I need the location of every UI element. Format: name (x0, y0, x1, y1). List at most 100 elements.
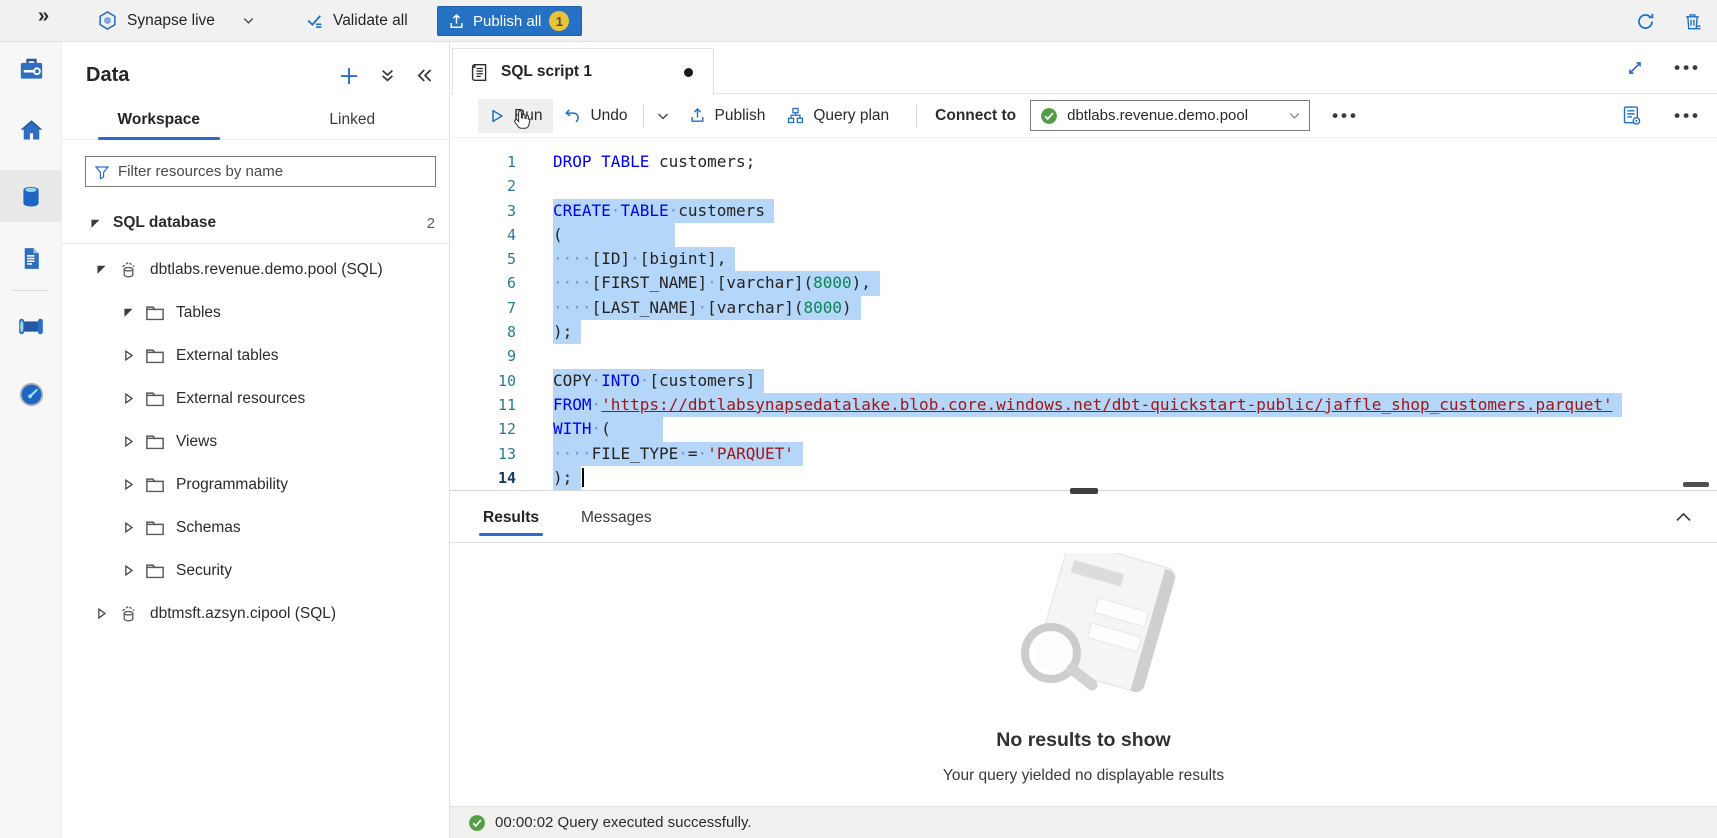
line-number: 9 (450, 344, 516, 368)
code-line-3[interactable]: 3CREATE·TABLE·customers (450, 199, 1717, 223)
rail-item-integrate[interactable] (0, 300, 62, 352)
undo-icon (564, 107, 581, 124)
rail-divider (12, 290, 49, 291)
sql-code-editor[interactable]: 1DROP TABLE customers;23CREATE·TABLE·cus… (450, 138, 1717, 490)
tree-item[interactable]: Schemas (62, 506, 449, 549)
tree-item[interactable]: dbtmsft.azsyn.cipool (SQL) (62, 592, 449, 635)
collapsed-triangle-icon[interactable] (122, 436, 134, 447)
mode-label: Synapse live (127, 12, 215, 30)
toolbar-separator (916, 105, 917, 127)
line-number: 5 (450, 247, 516, 271)
show-menu-icon[interactable]: » (38, 5, 49, 28)
tree-item[interactable]: External tables (62, 334, 449, 377)
connect-more-icon[interactable]: ••• (1332, 111, 1359, 121)
tree-item-label: Schemas (176, 519, 241, 537)
tree-item[interactable]: External resources (62, 377, 449, 420)
collapse-all-icon[interactable] (379, 67, 396, 84)
connected-check-icon (1040, 107, 1058, 125)
sql-script-tab[interactable]: SQL script 1 (452, 48, 714, 95)
expand-editor-icon[interactable] (1626, 59, 1644, 77)
code-line-8[interactable]: 8); (450, 320, 1717, 344)
code-line-11[interactable]: 11FROM·'https://dbtlabsynapsedatalake.bl… (450, 393, 1717, 417)
editor-scrollbar-thumb[interactable] (1683, 482, 1709, 487)
code-line-6[interactable]: 6····[FIRST_NAME]·[varchar](8000), (450, 271, 1717, 295)
validate-all-button[interactable]: Validate all (305, 11, 408, 30)
undo-button[interactable]: Undo (553, 99, 638, 133)
tab-workspace[interactable]: Workspace (62, 103, 256, 139)
tree-root-count: 2 (427, 215, 435, 232)
sqlpool-icon (118, 259, 139, 280)
tree-item[interactable]: Security (62, 549, 449, 592)
mode-selector[interactable]: Synapse live (97, 10, 255, 31)
code-line-14[interactable]: 14); (450, 466, 1717, 490)
tree-item[interactable]: dbtlabs.revenue.demo.pool (SQL) (62, 248, 449, 291)
rail-item-home[interactable] (0, 104, 62, 156)
integrate-icon (17, 314, 45, 339)
expanded-triangle-icon[interactable] (122, 307, 134, 318)
main-area: SQL script 1 ••• Run Undo (450, 42, 1717, 838)
run-options-chevron[interactable] (648, 99, 678, 133)
query-plan-button[interactable]: Query plan (776, 99, 900, 133)
line-number: 1 (450, 150, 516, 174)
publish-all-label: Publish all (473, 13, 541, 30)
rail-item-monitor[interactable] (0, 368, 62, 420)
tree-item-label: External tables (176, 347, 279, 365)
rail-item-develop[interactable] (0, 232, 62, 284)
collapsed-triangle-icon[interactable] (95, 608, 107, 619)
toolbar-more-icon[interactable]: ••• (1674, 111, 1701, 121)
tree-item-label: Views (176, 433, 217, 451)
tab-results[interactable]: Results (483, 494, 539, 542)
empty-results-subtitle: Your query yielded no displayable result… (943, 767, 1224, 785)
script-properties-icon[interactable] (1621, 105, 1642, 126)
home-icon (18, 117, 45, 144)
code-line-7[interactable]: 7····[LAST_NAME]·[varchar](8000) (450, 296, 1717, 320)
folder-icon (145, 304, 165, 321)
trash-icon[interactable] (1682, 11, 1703, 32)
expanded-triangle-icon[interactable] (90, 218, 101, 229)
collapse-panel-icon[interactable] (416, 67, 433, 84)
filter-funnel-icon (94, 164, 110, 180)
publish-button[interactable]: Publish (678, 99, 777, 133)
folder-icon (145, 562, 165, 579)
collapsed-triangle-icon[interactable] (122, 565, 134, 576)
code-line-1[interactable]: 1DROP TABLE customers; (450, 150, 1717, 174)
run-button[interactable]: Run (478, 99, 553, 133)
code-line-9[interactable]: 9 (450, 344, 1717, 368)
toolbar-separator (643, 105, 644, 127)
code-line-4[interactable]: 4( (450, 223, 1717, 247)
refresh-icon[interactable] (1635, 11, 1656, 32)
no-results-illustration (976, 553, 1191, 703)
tree-item[interactable]: Programmability (62, 463, 449, 506)
tab-more-icon[interactable]: ••• (1674, 63, 1701, 73)
line-number: 10 (450, 369, 516, 393)
add-resource-icon[interactable] (339, 66, 359, 86)
publish-upload-icon (448, 13, 465, 30)
query-plan-label: Query plan (813, 107, 889, 125)
code-line-12[interactable]: 12WITH·( (450, 417, 1717, 441)
tab-messages[interactable]: Messages (581, 494, 652, 542)
data-icon (18, 183, 44, 210)
collapsed-triangle-icon[interactable] (122, 479, 134, 490)
tree-item[interactable]: Views (62, 420, 449, 463)
collapsed-triangle-icon[interactable] (122, 522, 134, 533)
code-line-5[interactable]: 5····[ID]·[bigint], (450, 247, 1717, 271)
collapsed-triangle-icon[interactable] (122, 393, 134, 404)
tree-root-label: SQL database (113, 214, 415, 232)
tree-item[interactable]: Tables (62, 291, 449, 334)
collapsed-triangle-icon[interactable] (122, 350, 134, 361)
collapse-results-icon[interactable] (1674, 508, 1693, 527)
tab-linked[interactable]: Linked (256, 103, 450, 139)
filter-input[interactable] (118, 163, 427, 180)
tree-item-label: dbtmsft.azsyn.cipool (SQL) (150, 605, 336, 623)
folder-icon (145, 519, 165, 536)
rail-item-manage[interactable] (0, 42, 62, 94)
code-line-13[interactable]: 13····FILE_TYPE·=·'PARQUET' (450, 442, 1717, 466)
expanded-triangle-icon[interactable] (95, 264, 107, 275)
pool-select[interactable]: dbtlabs.revenue.demo.pool (1030, 100, 1310, 131)
rail-item-data[interactable] (0, 170, 62, 222)
code-line-2[interactable]: 2 (450, 174, 1717, 198)
publish-all-button[interactable]: Publish all 1 (437, 6, 582, 36)
tree-root-sql-database[interactable]: SQL database 2 (62, 205, 449, 241)
code-line-10[interactable]: 10COPY·INTO·[customers] (450, 369, 1717, 393)
document-tab-bar: SQL script 1 ••• (450, 42, 1717, 94)
